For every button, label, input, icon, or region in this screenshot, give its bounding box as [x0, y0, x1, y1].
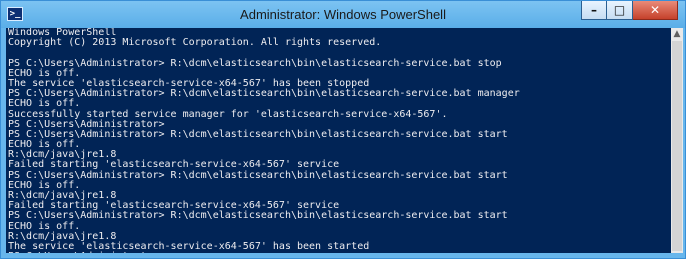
title-bar[interactable]: >_ Administrator: Windows PowerShell – □…: [1, 1, 685, 28]
console-output[interactable]: Windows PowerShell Copyright (C) 2013 Mic…: [6, 28, 671, 253]
minimize-icon: –: [591, 3, 597, 17]
console-line: PS C:\Users\Administrator> R:\dcm\elasti…: [8, 88, 520, 100]
close-icon: ✕: [649, 3, 661, 17]
vertical-scrollbar[interactable]: ▲: [671, 28, 683, 253]
scroll-up-arrow-icon[interactable]: ▲: [671, 28, 683, 40]
console-line: PS C:\Users\Administrator> R:\dcm\elasti…: [8, 169, 508, 181]
console-line: PS C:\Users\Administrator> R:\dcm\elasti…: [8, 128, 508, 140]
minimize-button[interactable]: –: [581, 1, 607, 20]
powershell-window: >_ Administrator: Windows PowerShell – □…: [0, 0, 686, 259]
close-button[interactable]: ✕: [633, 1, 678, 20]
scroll-thumb[interactable]: [672, 41, 682, 251]
console-line: PS C:\Users\Administrator> R:\dcm\elasti…: [8, 57, 502, 69]
maximize-icon: □: [613, 3, 626, 17]
window-controls: – □ ✕: [581, 1, 678, 21]
console-line: PS C:\Users\Administrator> R:\dcm\elasti…: [8, 210, 508, 222]
maximize-button[interactable]: □: [607, 1, 633, 20]
console-prompt: PS C:\Users\Administrator>: [8, 251, 171, 253]
console-prompt-line: PS C:\Users\Administrator>: [6, 252, 671, 253]
console-line: Copyright (C) 2013 Microsoft Corporation…: [8, 37, 382, 49]
console-line: ECHO is off.: [8, 98, 81, 110]
